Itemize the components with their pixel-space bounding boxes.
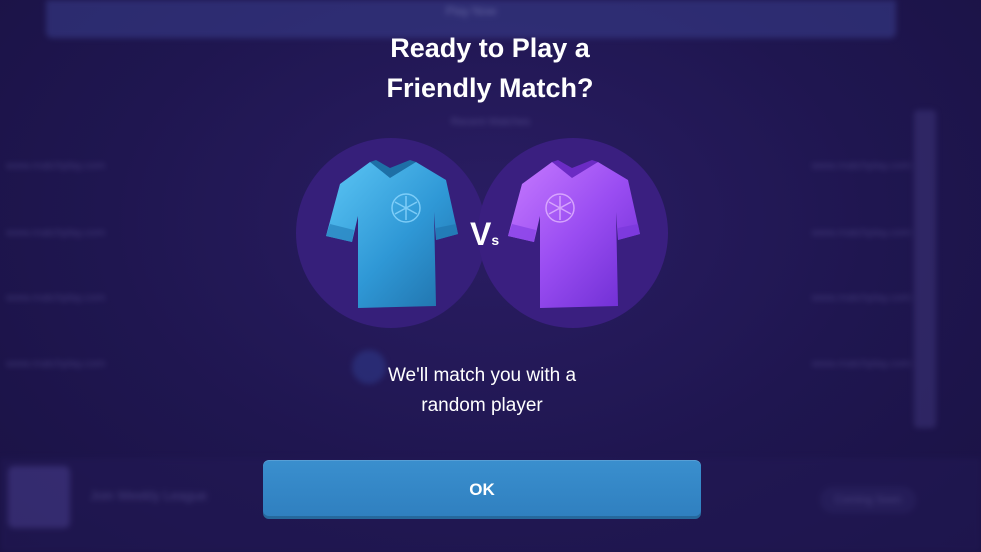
background-league-avatar — [8, 466, 70, 528]
background-row-left: www.matchplay.com — [6, 358, 106, 370]
dialog-title: Ready to Play a Friendly Match? — [290, 28, 690, 108]
ok-button[interactable]: OK — [263, 460, 701, 519]
background-row-left: www.matchplay.com — [6, 227, 106, 239]
background-league-label: Join Weekly League — [90, 488, 207, 503]
background-row-right: www.matchplay.com — [811, 160, 911, 172]
dialog-title-line-2: Friendly Match? — [386, 73, 594, 103]
game-screen: Play Now Recent Matches www.matchplay.co… — [0, 0, 981, 552]
background-row-left: www.matchplay.com — [6, 292, 106, 304]
dialog-message-line-2: random player — [421, 395, 543, 416]
versus-label: Vs — [470, 216, 499, 253]
background-pill: Coming Soon — [820, 487, 916, 513]
jersey-blue-icon — [326, 160, 458, 308]
opponent-jersey-circle — [478, 138, 668, 328]
player-jersey-circle — [296, 138, 486, 328]
background-row-left: www.matchplay.com — [6, 160, 106, 172]
background-row-right: www.matchplay.com — [811, 227, 911, 239]
background-scrollbar — [914, 110, 936, 428]
dialog-title-line-1: Ready to Play a — [390, 33, 590, 63]
jersey-purple-icon — [508, 160, 640, 308]
background-row-right: www.matchplay.com — [811, 358, 911, 370]
dialog-message-line-1: We'll match you with a — [387, 365, 577, 386]
background-row-right: www.matchplay.com — [811, 292, 911, 304]
background-subtitle: Recent Matches — [450, 116, 531, 128]
dialog-message: We'll match you with a random player — [330, 361, 634, 421]
versus-letter-s: s — [491, 232, 500, 248]
versus-letter-v: V — [470, 216, 492, 252]
